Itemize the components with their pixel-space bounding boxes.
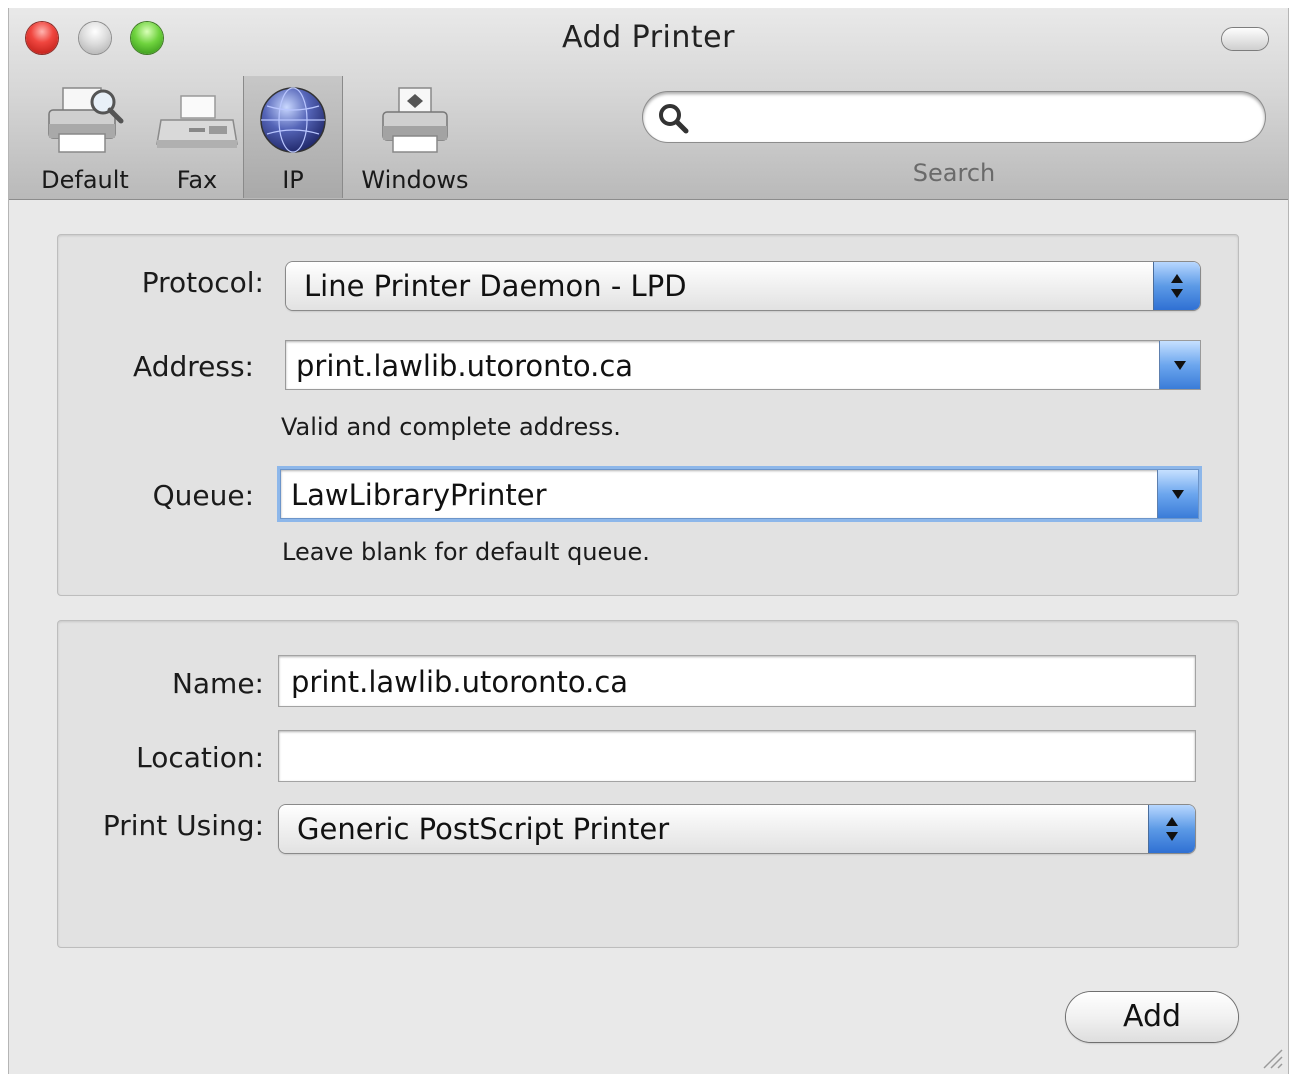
toolbar-ip-button[interactable]: IP [243,76,343,198]
chevron-down-icon [1174,361,1186,370]
location-field[interactable] [279,731,1195,781]
popup-arrows-icon [1149,805,1195,853]
address-dropdown-button[interactable] [1160,341,1200,389]
address-label: Address: [133,350,254,383]
default-printer-icon [48,87,124,153]
protocol-popup[interactable]: Line Printer Daemon - LPD [286,262,1200,310]
toolbar-fax-label: Fax [176,166,218,194]
location-input[interactable] [289,736,1185,778]
name-label: Name: [171,667,264,700]
chevron-down-icon [1172,490,1184,499]
toolbar-ip-label: IP [282,166,304,194]
toolbar-windows-button[interactable]: Windows [347,76,483,198]
toolbar-default-label: Default [41,166,129,194]
windows-printer-icon [382,87,448,153]
print-using-popup[interactable]: Generic PostScript Printer [279,805,1195,853]
location-label: Location: [136,741,264,774]
address-input[interactable] [294,345,1152,387]
fax-icon [156,95,238,148]
protocol-value: Line Printer Daemon - LPD [304,269,687,303]
toolbar-default-button[interactable]: Default [25,76,145,198]
toolbar-toggle-button[interactable] [1222,28,1268,50]
queue-input[interactable] [289,474,1150,516]
address-combo[interactable] [286,341,1200,389]
queue-hint: Leave blank for default queue. [282,538,650,566]
queue-label: Queue: [152,479,254,512]
print-using-label: Print Using: [102,809,264,842]
queue-combo[interactable] [281,470,1198,518]
print-using-value: Generic PostScript Printer [297,812,670,846]
protocol-label: Protocol: [141,266,264,299]
search-label: Search [912,159,996,187]
window-title: Add Printer [562,20,735,55]
name-input[interactable] [289,661,1185,703]
queue-dropdown-button[interactable] [1158,470,1198,518]
toolbar-windows-label: Windows [361,166,469,194]
ip-globe-icon [260,87,326,153]
toolbar-fax-button[interactable]: Fax [147,76,247,198]
resize-grip-icon[interactable] [1258,1044,1284,1070]
title-bar-toolbar: Add Printer Default Fax IP Windows Searc… [9,8,1288,200]
add-button[interactable]: Add [1066,992,1238,1042]
popup-arrows-icon [1154,262,1200,310]
name-field[interactable] [279,656,1195,706]
search-field[interactable] [643,92,1265,142]
add-printer-window: Add Printer Default Fax IP Windows Searc… [8,8,1289,1074]
address-hint: Valid and complete address. [281,413,621,441]
search-icon [659,104,689,134]
search-input[interactable] [703,98,1247,138]
